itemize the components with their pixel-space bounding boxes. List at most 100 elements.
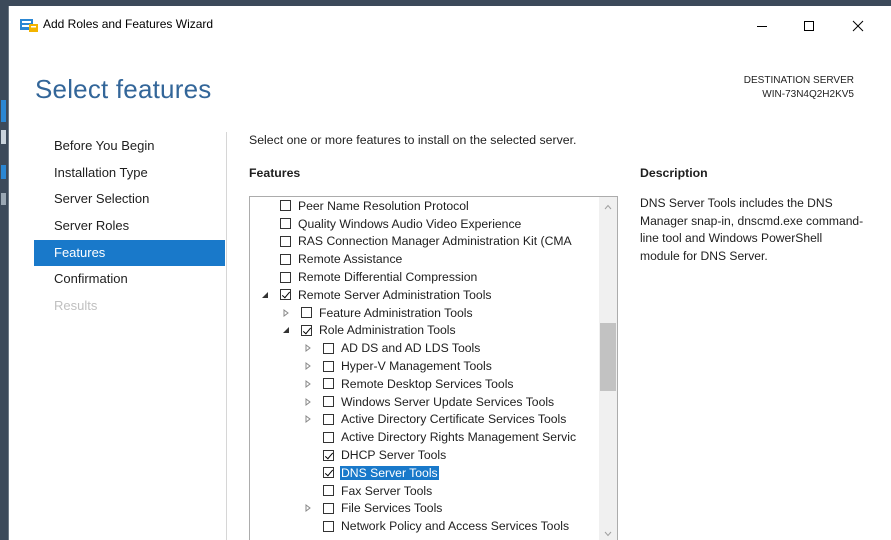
feature-checkbox[interactable]: [280, 218, 291, 230]
destination-server-name: WIN-73N4Q2H2KV5: [762, 89, 854, 100]
scroll-up-button[interactable]: [599, 199, 617, 215]
feature-checkbox[interactable]: [280, 253, 291, 265]
tree-row[interactable]: Active Directory Rights Management Servi…: [250, 428, 599, 446]
wizard-step-features[interactable]: Features: [34, 239, 225, 267]
expand-triangle-right-icon[interactable]: [281, 308, 291, 318]
tree-row[interactable]: Network Policy and Access Services Tools: [250, 517, 599, 535]
features-tree-list: Peer Name Resolution Protocol Quality Win…: [250, 197, 599, 535]
feature-checkbox[interactable]: [323, 485, 334, 497]
feature-checkbox[interactable]: [323, 342, 334, 354]
wizard-step-results: Results: [54, 298, 98, 314]
feature-checkbox[interactable]: [323, 378, 334, 390]
features-tree[interactable]: Peer Name Resolution Protocol Quality Win…: [249, 196, 618, 540]
feature-label[interactable]: Fax Server Tools: [340, 484, 433, 498]
feature-checkbox[interactable]: [323, 520, 334, 532]
tree-row[interactable]: Remote Desktop Services Tools: [250, 375, 599, 393]
expand-triangle-right-icon[interactable]: [303, 414, 313, 424]
feature-checkbox[interactable]: [280, 200, 291, 212]
feature-label[interactable]: Quality Windows Audio Video Experience: [297, 217, 522, 231]
steps-divider: [226, 132, 227, 540]
tree-row[interactable]: DNS Server Tools: [250, 464, 599, 482]
feature-label[interactable]: File Services Tools: [340, 501, 443, 515]
wizard-steps: Before You Begin Installation Type Server …: [34, 133, 225, 320]
tree-row[interactable]: AD DS and AD LDS Tools: [250, 339, 599, 357]
feature-label[interactable]: Feature Administration Tools: [318, 306, 474, 320]
tree-row[interactable]: Peer Name Resolution Protocol: [250, 197, 599, 215]
feature-label[interactable]: Remote Server Administration Tools: [297, 288, 493, 302]
desktop-edge: [0, 0, 8, 540]
tree-row[interactable]: Remote Server Administration Tools: [250, 286, 599, 304]
close-button[interactable]: [835, 12, 881, 40]
desktop-icon[interactable]: [1, 193, 6, 205]
feature-label[interactable]: Hyper-V Management Tools: [340, 359, 493, 373]
tree-row[interactable]: Feature Administration Tools: [250, 304, 599, 322]
expand-triangle-down-icon[interactable]: [281, 325, 291, 335]
feature-label[interactable]: DNS Server Tools: [340, 465, 439, 480]
title-bar[interactable]: Add Roles and Features Wizard: [9, 6, 891, 40]
tree-row[interactable]: Hyper-V Management Tools: [250, 357, 599, 375]
feature-checkbox[interactable]: [280, 289, 291, 301]
feature-label[interactable]: Peer Name Resolution Protocol: [297, 199, 470, 213]
feature-checkbox[interactable]: [323, 449, 334, 461]
feature-label[interactable]: Role Administration Tools: [318, 323, 457, 337]
tree-row[interactable]: File Services Tools: [250, 500, 599, 518]
chevron-down-icon: [604, 531, 612, 537]
feature-label[interactable]: AD DS and AD LDS Tools: [340, 341, 481, 355]
wizard-step-server-roles[interactable]: Server Roles: [34, 213, 225, 240]
desktop-icon[interactable]: [1, 130, 6, 144]
tree-row[interactable]: Fax Server Tools: [250, 482, 599, 500]
feature-checkbox[interactable]: [323, 467, 334, 479]
tree-row[interactable]: Role Administration Tools: [250, 322, 599, 340]
wizard-step-confirmation[interactable]: Confirmation: [34, 266, 225, 293]
features-heading: Features: [249, 166, 301, 180]
feature-checkbox[interactable]: [301, 307, 312, 319]
tree-row[interactable]: DHCP Server Tools: [250, 446, 599, 464]
feature-label[interactable]: Remote Assistance: [297, 252, 403, 266]
wizard-window: Add Roles and Features Wizard Select fea…: [8, 6, 891, 540]
expand-triangle-right-icon[interactable]: [303, 397, 313, 407]
feature-checkbox[interactable]: [280, 271, 291, 283]
destination-label: DESTINATION SERVER: [743, 75, 854, 86]
tree-row[interactable]: Windows Server Update Services Tools: [250, 393, 599, 411]
scroll-thumb[interactable]: [600, 323, 616, 391]
desktop-icon[interactable]: [1, 100, 6, 122]
feature-label[interactable]: Windows Server Update Services Tools: [340, 395, 555, 409]
tree-scrollbar[interactable]: [599, 197, 617, 540]
server-manager-icon: [20, 19, 38, 32]
expand-triangle-right-icon[interactable]: [303, 361, 313, 371]
wizard-step-server-selection[interactable]: Server Selection: [34, 186, 225, 213]
feature-checkbox[interactable]: [323, 360, 334, 372]
feature-label[interactable]: DHCP Server Tools: [340, 448, 447, 462]
feature-label[interactable]: Remote Differential Compression: [297, 270, 478, 284]
tree-row[interactable]: Active Directory Certificate Services To…: [250, 411, 599, 429]
feature-label[interactable]: RAS Connection Manager Administration Ki…: [297, 234, 573, 248]
feature-label[interactable]: Active Directory Rights Management Servi…: [340, 430, 577, 444]
feature-checkbox[interactable]: [323, 396, 334, 408]
expand-triangle-right-icon[interactable]: [303, 503, 313, 513]
maximize-button[interactable]: [786, 12, 832, 40]
feature-label[interactable]: Network Policy and Access Services Tools: [340, 519, 570, 533]
tree-row[interactable]: RAS Connection Manager Administration Ki…: [250, 233, 599, 251]
wizard-step-before-you-begin[interactable]: Before You Begin: [34, 133, 225, 160]
description-text: DNS Server Tools includes the DNS Manage…: [640, 196, 864, 263]
tree-row[interactable]: Remote Assistance: [250, 250, 599, 268]
desktop-icon[interactable]: [1, 165, 6, 179]
wizard-step-installation-type[interactable]: Installation Type: [34, 160, 225, 187]
feature-label[interactable]: Remote Desktop Services Tools: [340, 377, 515, 391]
minimize-button[interactable]: [739, 12, 785, 40]
feature-checkbox[interactable]: [280, 235, 291, 247]
page-title: Select features: [35, 74, 212, 104]
feature-label[interactable]: Active Directory Certificate Services To…: [340, 412, 567, 426]
feature-checkbox[interactable]: [323, 431, 334, 443]
feature-checkbox[interactable]: [323, 413, 334, 425]
expand-triangle-down-icon[interactable]: [260, 290, 270, 300]
feature-checkbox[interactable]: [323, 502, 334, 514]
tree-row[interactable]: Remote Differential Compression: [250, 268, 599, 286]
expand-triangle-right-icon[interactable]: [303, 379, 313, 389]
chevron-up-icon: [604, 204, 612, 210]
instruction-text: Select one or more features to install o…: [249, 133, 577, 147]
tree-row[interactable]: Quality Windows Audio Video Experience: [250, 215, 599, 233]
feature-checkbox[interactable]: [301, 324, 312, 336]
scroll-down-button[interactable]: [599, 527, 617, 540]
expand-triangle-right-icon[interactable]: [303, 343, 313, 353]
